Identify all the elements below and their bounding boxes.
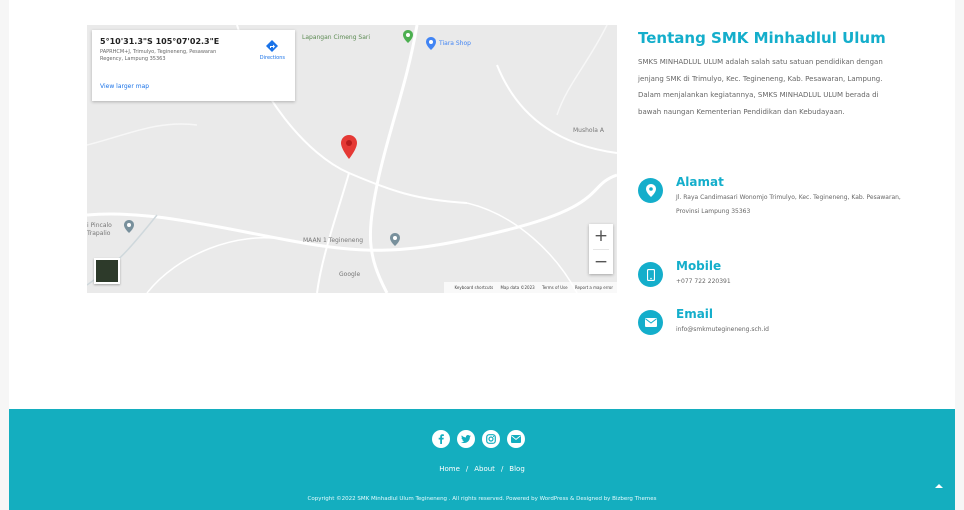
poi-grey-pin-icon <box>124 220 134 233</box>
map-info-card: 5°10'31.3"S 105°07'02.3"E PAPRHCM+J, Tri… <box>92 30 295 101</box>
directions-label: Directions <box>259 55 285 61</box>
poi-label: Trapalio <box>87 230 111 237</box>
directions-icon <box>266 40 279 52</box>
footer-link-about[interactable]: About <box>474 465 495 473</box>
poi-grey-pin-icon <box>390 233 400 246</box>
map-data-text: Map data ©2023 <box>500 285 535 290</box>
about-description: SMKS MINHADLUL ULUM adalah salah satu sa… <box>638 58 883 117</box>
mobile-icon <box>638 262 663 287</box>
terms-link[interactable]: Terms of Use <box>542 285 568 290</box>
mobile-heading: Mobile <box>676 259 722 273</box>
footer-link-blog[interactable]: Blog <box>509 465 524 473</box>
poi-label: MAAN 1 Tegineneng <box>303 237 364 244</box>
directions-button[interactable]: Directions <box>260 39 285 61</box>
address-value: Jl. Raya Candimasari Wonomjo Trimulyo, K… <box>676 194 901 215</box>
map-address: PAPRHCM+J, Trimulyo, Tegineneng, Pesawar… <box>100 49 217 62</box>
mobile-value: +077 722 220391 <box>676 278 731 285</box>
poi-blue-pin-icon <box>426 37 436 50</box>
zoom-out-button[interactable]: − <box>589 250 613 275</box>
page-border-right <box>955 0 964 510</box>
envelope-icon <box>638 310 663 335</box>
poi-label: i Pincalo <box>87 222 112 229</box>
instagram-icon[interactable] <box>482 430 500 448</box>
nav-separator: / <box>500 465 504 473</box>
footer-link-home[interactable]: Home <box>439 465 460 473</box>
satellite-toggle[interactable] <box>94 258 120 284</box>
poi-label: Lapangan Cimeng Sari <box>302 34 371 41</box>
keyboard-shortcuts-link[interactable]: Keyboard shortcuts <box>454 285 493 290</box>
poi-label: Tiara Shop <box>439 40 471 47</box>
zoom-in-button[interactable]: + <box>589 224 613 249</box>
email-heading: Email <box>676 307 714 321</box>
back-to-top-icon[interactable] <box>934 481 944 491</box>
map-marker-icon <box>638 178 663 203</box>
map-zoom-controls: + − <box>589 224 613 274</box>
poi-label: Mushola A <box>573 127 604 134</box>
twitter-icon[interactable] <box>457 430 475 448</box>
map-attribution: Keyboard shortcuts Map data ©2023 Terms … <box>444 282 617 293</box>
view-larger-map-link[interactable]: View larger map <box>100 83 149 90</box>
email-value[interactable]: info@smkmutegineneng.sch.id <box>676 323 901 337</box>
google-logo: Google <box>339 271 361 278</box>
location-pin-icon[interactable] <box>341 135 357 159</box>
copyright-text: Copyright ©2022 SMK Minhadlul Ulum Tegin… <box>307 496 657 502</box>
site-footer: Home / About / Blog Copyright ©2022 SMK Minh… <box>9 409 955 510</box>
facebook-icon[interactable] <box>432 430 450 448</box>
report-error-link[interactable]: Report a map error <box>575 285 613 290</box>
address-heading: Alamat <box>676 175 724 189</box>
email-icon[interactable] <box>507 430 525 448</box>
embedded-map[interactable]: 5°10'31.3"S 105°07'02.3"E PAPRHCM+J, Tri… <box>87 25 617 293</box>
about-title: Tentang SMK Minhadlul Ulum <box>638 29 886 47</box>
footer-nav: Home / About / Blog <box>9 465 955 473</box>
page-border-left <box>0 0 9 510</box>
poi-green-pin-icon <box>403 30 413 43</box>
nav-separator: / <box>465 465 469 473</box>
